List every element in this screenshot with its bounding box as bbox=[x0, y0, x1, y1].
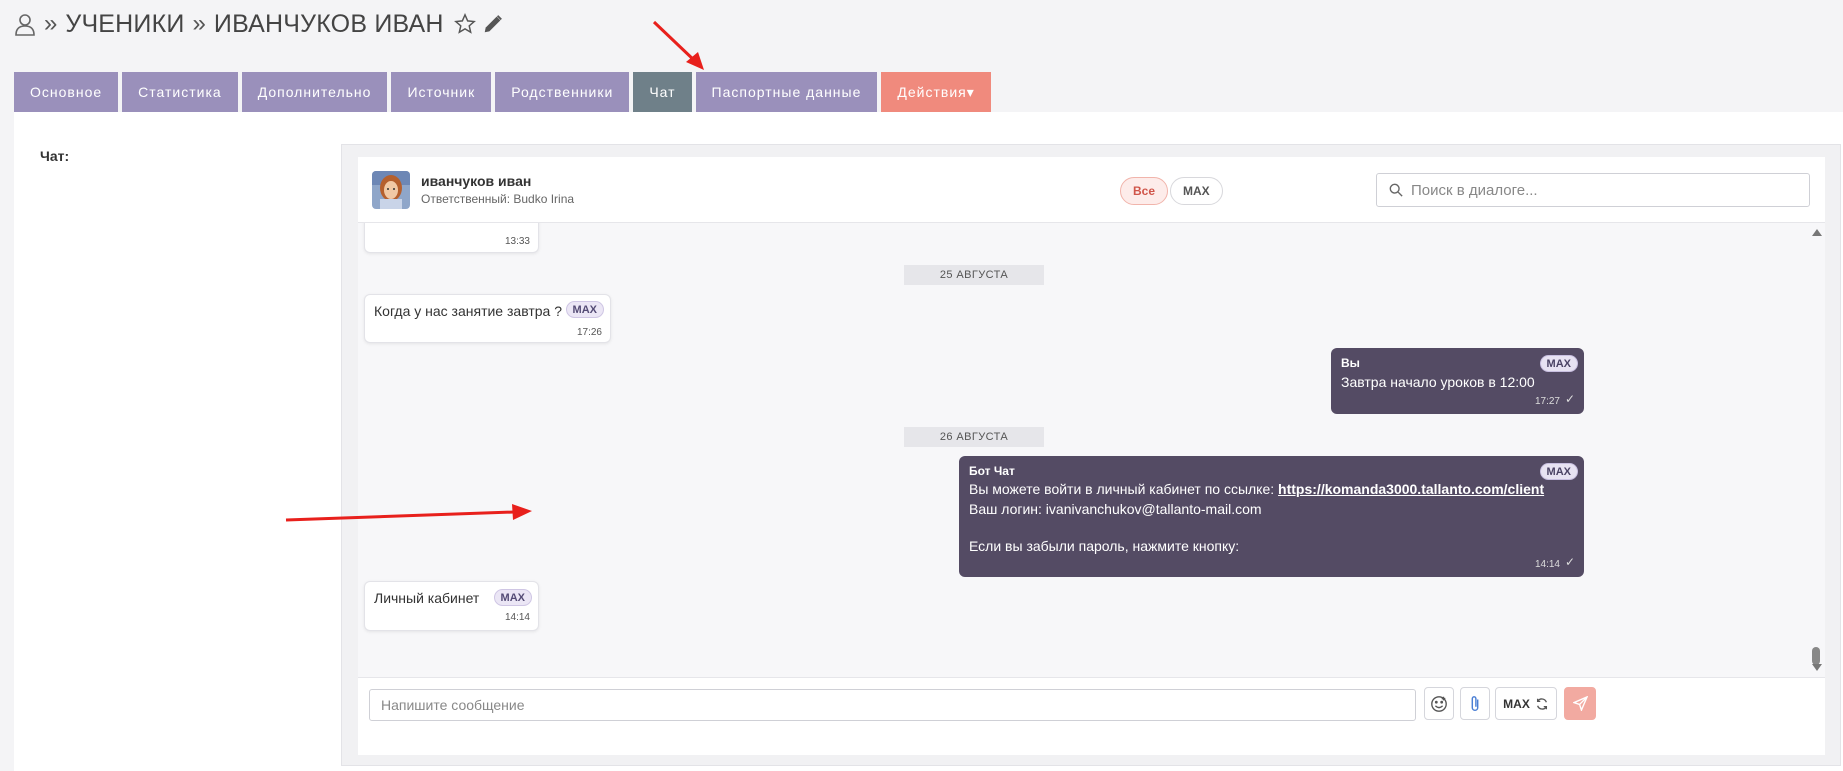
user-icon bbox=[14, 12, 36, 36]
message-incoming: Личный кабинет MAX 14:14 bbox=[364, 581, 539, 631]
message-text-line: Вы можете войти в личный кабинет по ссыл… bbox=[969, 481, 1279, 497]
delivered-check-icon: ✓ bbox=[1564, 392, 1575, 406]
scroll-up-icon[interactable] bbox=[1812, 229, 1822, 236]
page-title: ИВАНЧУКОВ ИВАН bbox=[213, 9, 444, 38]
annotation-arrow-icon bbox=[652, 20, 704, 70]
tab-main[interactable]: Основное bbox=[14, 72, 119, 112]
star-icon[interactable] bbox=[453, 13, 476, 35]
emoji-button[interactable] bbox=[1424, 687, 1454, 720]
filter-all-button[interactable]: Все bbox=[1120, 177, 1169, 205]
message-text-line: Если вы забыли пароль, нажмите кнопку: bbox=[969, 538, 1240, 554]
tab-relatives[interactable]: Родственники bbox=[495, 72, 630, 112]
message-text: Личный кабинет bbox=[374, 590, 480, 606]
send-icon bbox=[1572, 696, 1588, 711]
breadcrumb-students[interactable]: УЧЕНИКИ bbox=[65, 10, 184, 39]
chat-header: иванчуков иван Ответственный: Budko Irin… bbox=[358, 157, 1825, 223]
channel-label: MAX bbox=[1503, 696, 1530, 711]
date-separator: 25 АВГУСТА bbox=[904, 265, 1044, 285]
tab-source[interactable]: Источник bbox=[391, 72, 492, 112]
refresh-icon bbox=[1536, 697, 1547, 710]
contact-name: иванчуков иван bbox=[421, 173, 532, 189]
message-sender: Вы bbox=[1341, 356, 1360, 370]
message-outgoing: Вы MAX Завтра начало уроков в 12:00 17:2… bbox=[1331, 348, 1584, 414]
client-cabinet-link[interactable]: https://komanda3000.tallanto.com/client bbox=[1278, 481, 1544, 497]
dialog-search bbox=[1376, 173, 1810, 207]
message-text-line: Ваш логин: ivanivanchukov@tallanto-mail.… bbox=[969, 501, 1262, 517]
pencil-icon[interactable] bbox=[482, 13, 504, 35]
chat-section-label: Чат: bbox=[40, 148, 70, 164]
filter-max-button[interactable]: MAX bbox=[1170, 177, 1223, 205]
message-sender: Бот Чат bbox=[969, 464, 1015, 478]
dialog-search-input[interactable] bbox=[1411, 181, 1791, 199]
tab-passport[interactable]: Паспортные данные bbox=[695, 72, 878, 112]
avatar bbox=[372, 171, 410, 209]
tab-additional[interactable]: Дополнительно bbox=[241, 72, 388, 112]
date-separator: 26 АВГУСТА bbox=[904, 427, 1044, 447]
message-text: Когда у нас занятие завтра ? bbox=[374, 303, 562, 319]
message-list: 13:33 25 АВГУСТА Когда у нас занятие зав… bbox=[358, 223, 1806, 677]
delivered-check-icon: ✓ bbox=[1564, 555, 1575, 569]
scroll-down-icon[interactable] bbox=[1812, 664, 1822, 671]
main-content: Чат: иванчуков иван Ответственный: Budko… bbox=[14, 112, 1843, 771]
message-incoming: Когда у нас занятие завтра ? MAX 17:26 bbox=[364, 294, 611, 343]
actions-dropdown[interactable]: Действия▾ bbox=[881, 72, 991, 112]
message-input[interactable] bbox=[369, 689, 1416, 721]
message-time: 17:27 bbox=[1534, 396, 1560, 407]
channel-badge: MAX bbox=[1539, 463, 1578, 480]
chat-panel: иванчуков иван Ответственный: Budko Irin… bbox=[341, 144, 1841, 766]
message-time: 17:26 bbox=[576, 327, 602, 338]
message-time: 14:14 bbox=[504, 612, 530, 623]
message-time: 14:14 bbox=[1534, 559, 1560, 570]
message-text: Завтра начало уроков в 12:00 bbox=[1341, 374, 1535, 390]
breadcrumb: » УЧЕНИКИ » ИВАНЧУКОВ ИВАН bbox=[14, 6, 504, 42]
attach-button[interactable] bbox=[1460, 687, 1490, 720]
contact-responsible: Ответственный: Budko Irina bbox=[421, 192, 575, 206]
breadcrumb-separator: » bbox=[44, 10, 58, 37]
tab-statistics[interactable]: Статистика bbox=[122, 72, 238, 112]
tab-chat[interactable]: Чат bbox=[633, 72, 692, 112]
message-composer: MAX bbox=[358, 677, 1825, 755]
paperclip-icon bbox=[1471, 695, 1479, 711]
message-text: Вы можете войти в личный кабинет по ссыл… bbox=[969, 479, 1544, 499]
message-outgoing: Бот Чат MAX Вы можете войти в личный каб… bbox=[959, 456, 1584, 577]
channel-badge: MAX bbox=[1539, 355, 1578, 372]
smile-icon bbox=[1431, 695, 1447, 712]
tab-bar: Основное Статистика Дополнительно Источн… bbox=[14, 72, 991, 112]
message-incoming: 13:33 bbox=[364, 223, 539, 253]
messages-scrollbar[interactable] bbox=[1809, 223, 1823, 677]
send-button[interactable] bbox=[1564, 687, 1596, 720]
search-icon bbox=[1389, 183, 1403, 197]
chat-window: иванчуков иван Ответственный: Budko Irin… bbox=[358, 157, 1825, 755]
scroll-thumb[interactable] bbox=[1812, 647, 1820, 665]
message-time: 13:33 bbox=[504, 236, 530, 247]
channel-badge: MAX bbox=[565, 301, 604, 318]
breadcrumb-separator: » bbox=[192, 10, 206, 37]
channel-switch-button[interactable]: MAX bbox=[1495, 687, 1557, 720]
channel-badge: MAX bbox=[493, 589, 532, 606]
